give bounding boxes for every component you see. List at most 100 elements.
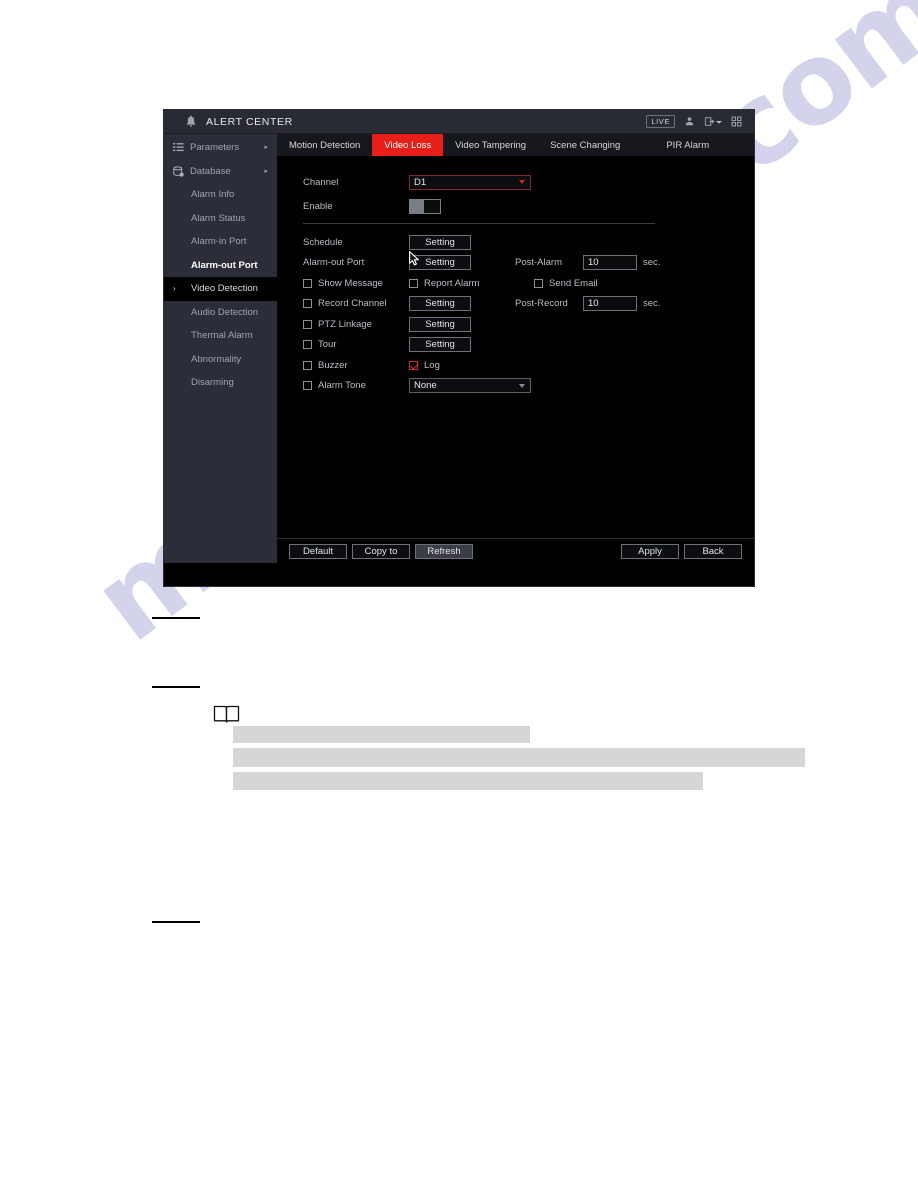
sidebar-item-parameters[interactable]: Parameters ▸ bbox=[164, 136, 277, 160]
schedule-setting-button[interactable]: Setting bbox=[409, 234, 471, 250]
channel-select[interactable]: D1 bbox=[409, 174, 531, 190]
sidebar-item-alarm-in-port[interactable]: Alarm-in Port bbox=[164, 230, 277, 254]
enable-label: Enable bbox=[303, 201, 333, 213]
sidebar-item-label: Alarm Info bbox=[191, 189, 235, 201]
window-titlebar: ALERT CENTER LIVE bbox=[164, 110, 754, 134]
sidebar-item-label: Alarm Status bbox=[191, 212, 246, 224]
footer-bar: Default Copy to Refresh Apply Back bbox=[277, 538, 754, 563]
alarm-tone-select[interactable]: None bbox=[409, 378, 531, 394]
post-record-unit: sec. bbox=[643, 298, 661, 310]
section-rule-top bbox=[152, 617, 200, 619]
section-rule-middle bbox=[152, 686, 200, 688]
checkbox-box bbox=[409, 278, 418, 288]
sidebar-item-abnormality[interactable]: Abnormality bbox=[164, 348, 277, 372]
chevron-down-icon bbox=[519, 383, 525, 388]
sidebar-item-disarming[interactable]: Disarming bbox=[164, 371, 277, 395]
window-body: Parameters ▸ Database ▸ Alarm Info Alarm… bbox=[164, 134, 754, 563]
user-icon[interactable] bbox=[684, 116, 695, 127]
apply-button[interactable]: Apply bbox=[621, 543, 679, 559]
sidebar-item-label: Disarming bbox=[191, 377, 234, 389]
tour-checkbox[interactable]: Tour bbox=[303, 339, 409, 350]
channel-value: D1 bbox=[414, 176, 427, 188]
back-button[interactable]: Back bbox=[684, 543, 742, 559]
row-alarm-out-port: Alarm-out Port Setting Post-Alarm 10 sec… bbox=[303, 253, 754, 274]
live-badge[interactable]: LIVE bbox=[646, 115, 675, 128]
log-checkbox[interactable]: Log bbox=[409, 360, 440, 371]
default-button[interactable]: Default bbox=[289, 543, 347, 559]
ptz-linkage-label: PTZ Linkage bbox=[318, 318, 372, 330]
row-ptz-linkage: PTZ Linkage Setting bbox=[303, 314, 754, 335]
list-icon bbox=[173, 142, 184, 153]
chevron-right-icon: ▸ bbox=[264, 167, 268, 175]
sidebar-item-video-detection[interactable]: › Video Detection bbox=[164, 277, 277, 301]
tab-motion-detection[interactable]: Motion Detection bbox=[277, 134, 372, 156]
checkbox-box bbox=[303, 381, 312, 391]
record-channel-setting-button[interactable]: Setting bbox=[409, 296, 471, 312]
alert-center-window: ALERT CENTER LIVE Parameters ▸ Database … bbox=[164, 110, 754, 586]
checkbox-box bbox=[303, 360, 312, 370]
chevron-right-icon: ▸ bbox=[264, 144, 268, 152]
sidebar-item-label: Thermal Alarm bbox=[191, 330, 253, 342]
logout-icon[interactable] bbox=[704, 116, 722, 127]
checkbox-box bbox=[303, 319, 312, 329]
sidebar-item-alarm-out-port[interactable]: Alarm-out Port bbox=[164, 254, 277, 278]
post-alarm-unit: sec. bbox=[643, 257, 661, 269]
show-message-checkbox[interactable]: Show Message bbox=[303, 278, 409, 289]
post-alarm-input[interactable]: 10 bbox=[583, 255, 637, 271]
post-record-group: Post-Record 10 sec. bbox=[515, 296, 661, 312]
tab-video-loss[interactable]: Video Loss bbox=[372, 134, 444, 156]
row-record-channel: Record Channel Setting Post-Record 10 se… bbox=[303, 294, 754, 315]
apps-grid-icon[interactable] bbox=[731, 116, 742, 127]
checkbox-box bbox=[303, 340, 312, 350]
sidebar-item-alarm-info[interactable]: Alarm Info bbox=[164, 183, 277, 207]
ptz-linkage-checkbox[interactable]: PTZ Linkage bbox=[303, 319, 409, 330]
record-channel-checkbox[interactable]: Record Channel bbox=[303, 298, 409, 309]
record-channel-label: Record Channel bbox=[318, 298, 387, 310]
bell-icon bbox=[184, 114, 198, 129]
row-alarm-tone: Alarm Tone None bbox=[303, 376, 754, 397]
post-record-input[interactable]: 10 bbox=[583, 296, 637, 312]
send-email-label: Send Email bbox=[549, 277, 598, 289]
tab-pir-alarm[interactable]: PIR Alarm bbox=[654, 134, 721, 156]
log-label: Log bbox=[424, 359, 440, 371]
post-alarm-label: Post-Alarm bbox=[515, 257, 562, 269]
tab-scene-changing[interactable]: Scene Changing bbox=[538, 134, 632, 156]
row-enable: Enable bbox=[303, 197, 754, 218]
sidebar: Parameters ▸ Database ▸ Alarm Info Alarm… bbox=[164, 134, 277, 563]
row-channel: Channel D1 bbox=[303, 172, 754, 193]
chevron-right-icon: › bbox=[173, 283, 176, 293]
sidebar-item-database[interactable]: Database ▸ bbox=[164, 160, 277, 184]
report-alarm-checkbox[interactable]: Report Alarm bbox=[409, 278, 515, 289]
alarm-tone-value: None bbox=[414, 380, 437, 392]
post-record-label: Post-Record bbox=[515, 298, 568, 310]
redacted-text-line-2 bbox=[233, 748, 805, 767]
buzzer-checkbox[interactable]: Buzzer bbox=[303, 360, 409, 371]
window-title: ALERT CENTER bbox=[206, 115, 293, 128]
chevron-down-icon bbox=[716, 120, 722, 124]
section-rule-bottom bbox=[152, 921, 200, 923]
tab-video-tampering[interactable]: Video Tampering bbox=[443, 134, 538, 156]
alarm-tone-label: Alarm Tone bbox=[318, 380, 366, 392]
send-email-checkbox[interactable]: Send Email bbox=[534, 278, 598, 289]
alarm-out-setting-button[interactable]: Setting bbox=[409, 255, 471, 271]
checkbox-box bbox=[303, 278, 312, 288]
form-divider bbox=[303, 223, 655, 224]
refresh-button[interactable]: Refresh bbox=[415, 543, 473, 559]
redacted-text-line-1 bbox=[233, 726, 530, 743]
content-panel: Motion Detection Video Loss Video Tamper… bbox=[277, 134, 754, 563]
sidebar-item-thermal-alarm[interactable]: Thermal Alarm bbox=[164, 324, 277, 348]
chevron-down-icon bbox=[519, 180, 525, 185]
tour-label: Tour bbox=[318, 339, 337, 351]
ptz-linkage-setting-button[interactable]: Setting bbox=[409, 316, 471, 332]
copy-to-button[interactable]: Copy to bbox=[352, 543, 410, 559]
sidebar-item-label: Parameters bbox=[190, 142, 240, 154]
tour-setting-button[interactable]: Setting bbox=[409, 337, 471, 353]
enable-toggle[interactable] bbox=[409, 199, 441, 215]
sidebar-item-label: Alarm-in Port bbox=[191, 236, 247, 248]
sidebar-item-alarm-status[interactable]: Alarm Status bbox=[164, 207, 277, 231]
report-alarm-label: Report Alarm bbox=[424, 277, 480, 289]
row-tour: Tour Setting bbox=[303, 335, 754, 356]
alarm-tone-checkbox[interactable]: Alarm Tone bbox=[303, 380, 409, 391]
sidebar-item-audio-detection[interactable]: Audio Detection bbox=[164, 301, 277, 325]
alarm-out-port-label: Alarm-out Port bbox=[303, 257, 365, 269]
